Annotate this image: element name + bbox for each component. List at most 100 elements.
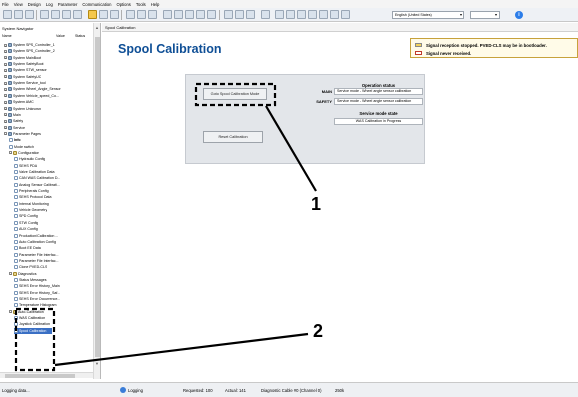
vertical-scrollbar[interactable]: ▲ ▼ [93,23,100,379]
tree-item[interactable]: Hydraulic Config [14,156,45,162]
search-icon[interactable] [62,10,71,19]
col-name[interactable]: Name [2,34,12,38]
disconnect-icon[interactable] [51,10,60,19]
expand-icon[interactable]: + [4,100,7,104]
tree-item[interactable]: SEHS Error History_Main [14,283,60,289]
dashboard-icon[interactable] [88,10,97,19]
menu-design[interactable]: Design [28,2,41,7]
tree-item[interactable]: + System AMC [4,99,34,105]
tree-item[interactable]: CAN WAS Calibration D... [14,175,60,181]
tree-item[interactable]: SEHS Error History_Saf... [14,290,60,296]
tree-item[interactable]: + System Unknown [4,106,41,112]
tree-item[interactable]: − Parameter Pages [4,131,41,137]
record-icon[interactable] [174,10,183,19]
tree-item[interactable]: Internal Monitoring [14,201,49,207]
grid-icon[interactable] [275,10,284,19]
scrollbar-thumb[interactable] [5,374,75,378]
chart-icon[interactable] [224,10,233,19]
tree-item[interactable]: Production/Calibration ... [14,233,58,239]
expand-icon[interactable]: − [9,272,12,276]
open-icon[interactable] [14,10,23,19]
lock-icon[interactable] [207,10,216,19]
paste-icon[interactable] [196,10,205,19]
list-icon[interactable] [297,10,306,19]
menu-file[interactable]: File [2,2,9,7]
expand-icon[interactable]: + [4,56,7,60]
expand-icon[interactable]: + [4,75,7,79]
download-icon[interactable] [126,10,135,19]
expand-icon[interactable]: − [9,310,12,314]
tree-item[interactable]: + Service [4,125,25,131]
tree-item[interactable]: SEHS PDA [14,163,37,169]
language-select[interactable]: English (United States) ▾ [392,11,464,19]
scroll-up-icon[interactable]: ▲ [95,25,99,30]
tree-item[interactable]: + System Wheel_Angle_Sensor [4,86,61,92]
menu-parameter[interactable]: Parameter [58,2,78,7]
tree-item[interactable]: SEHS Protocol Data [14,194,52,200]
tree-item[interactable]: + System MainBoot [4,55,41,61]
expand-icon[interactable]: + [4,113,7,117]
tree-item[interactable]: + System SafetyUC [4,74,41,80]
tree-item[interactable]: Valve Calibration Data [14,169,55,175]
secondary-select[interactable]: ▾ [470,11,500,19]
goto-spool-calibration-button[interactable]: Goto Spool Calibration Mode [203,88,267,100]
expand-icon[interactable]: + [4,62,7,66]
tree-item[interactable]: − Configuration [9,150,39,156]
menu-view[interactable]: View [14,2,23,7]
tree-item[interactable]: Boot EE Data [14,245,41,251]
tree-item[interactable]: STW Config [14,220,38,226]
expand-icon[interactable]: + [4,49,7,53]
copy-icon[interactable] [185,10,194,19]
tab-spool-calibration[interactable]: Spool Calibration [105,25,135,30]
tree-item[interactable]: + System SPS_Controller_1 [4,42,55,48]
menu-communication[interactable]: Communication [82,2,111,7]
horizontal-scrollbar[interactable] [0,372,93,378]
document-icon[interactable] [110,10,119,19]
new-icon[interactable] [3,10,12,19]
panel-icon[interactable] [308,10,317,19]
tree-item[interactable]: SPD Config [14,213,38,219]
tree-item[interactable]: − Diagnostics [9,271,37,277]
info-icon[interactable]: i [515,11,523,19]
tree-item[interactable]: WAS Calibration [14,315,45,321]
tree-item[interactable]: Clone PVED-CLS [14,264,47,270]
tree-item[interactable]: + System Vehicle_speed_Co... [4,93,59,99]
tree-item[interactable]: − Auto-Calibration [9,309,44,315]
tree-item[interactable]: Spool Calibration [14,327,52,334]
tree-item[interactable]: Info [9,137,21,143]
tree-item[interactable]: Status Messages [14,277,47,283]
tree-item[interactable]: + System STW_sensor [4,67,47,73]
tree-item[interactable]: Peripherals Config [14,188,49,194]
tree-item[interactable]: SEHS Error Occurrence... [14,296,60,302]
tree-item[interactable]: + System SPS_Controller_2 [4,48,55,54]
expand-icon[interactable]: + [4,107,7,111]
tree-item[interactable]: + System Service_tool [4,80,46,86]
reset-calibration-button[interactable]: Reset Calibration [203,131,263,143]
table-icon[interactable] [286,10,295,19]
expand-icon[interactable]: + [4,68,7,72]
tree-item[interactable]: Joystick Calibration [14,321,50,327]
layout-icon[interactable] [261,10,270,19]
scroll-down-icon[interactable]: ▼ [95,361,99,366]
tree-item[interactable]: AUX Config [14,226,38,232]
expand-icon[interactable]: + [4,126,7,130]
col-value[interactable]: Value [56,34,65,38]
cascade-icon[interactable] [341,10,350,19]
logging-label[interactable]: Logging [128,388,143,393]
tree-item[interactable]: Parameter File Interfac... [14,252,59,258]
expand-icon[interactable]: + [4,43,7,47]
expand-icon[interactable]: + [4,81,7,85]
tree-item[interactable]: Vehicle Geometry [14,207,47,213]
connect-icon[interactable] [40,10,49,19]
col-status[interactable]: Status [75,34,85,38]
menu-help[interactable]: Help [151,2,160,7]
expand-icon[interactable]: − [4,132,7,136]
menu-tools[interactable]: Tools [136,2,146,7]
play-icon[interactable] [163,10,172,19]
expand-icon[interactable]: + [4,94,7,98]
tree-item[interactable]: Analog Sensor Calibrati... [14,182,60,188]
compare-icon[interactable] [148,10,157,19]
menu-options[interactable]: Options [116,2,130,7]
expand-icon[interactable]: + [4,119,7,123]
tree-item[interactable]: Auto Calibration Config [14,239,56,245]
